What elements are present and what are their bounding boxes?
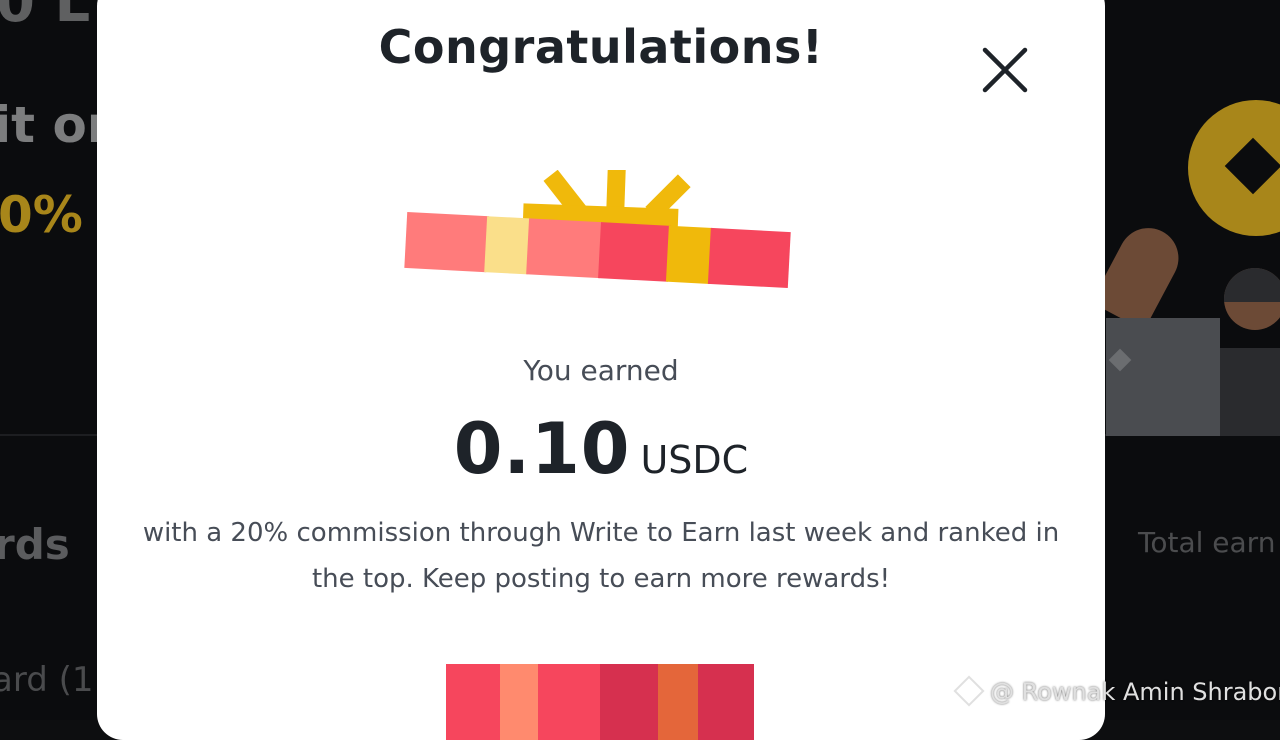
watermark: @ Rownak Amin Shrabon (958, 678, 1280, 706)
earned-amount-row: 0.10USDC (97, 408, 1105, 490)
background-subheading-fragment: it or (0, 96, 111, 154)
congratulations-modal: Congratulations! You earned 0.10USDC wit… (97, 0, 1105, 740)
background-heading-fragment: 0 L (0, 0, 90, 35)
background-reward-row-fragment: ard (1 (0, 660, 94, 700)
close-button[interactable] (977, 42, 1033, 98)
earned-amount: 0.10 (454, 408, 631, 490)
earned-label: You earned (97, 354, 1105, 387)
watermark-text: @ Rownak Amin Shrabon (990, 678, 1280, 706)
currency-unit: USDC (640, 438, 748, 482)
modal-title: Congratulations! (97, 20, 1105, 74)
person-body-illustration (1220, 348, 1280, 436)
close-icon (977, 42, 1033, 98)
background-rewards-fragment: rds (0, 520, 70, 569)
binance-square-icon (953, 675, 984, 706)
decorative-ribbon-strip (446, 664, 754, 740)
laptop-illustration (1106, 318, 1220, 436)
background-total-earned-label: Total earn (1138, 526, 1275, 559)
reward-description: with a 20% commission through Write to E… (137, 510, 1065, 602)
background-percent-fragment: 0% (0, 186, 83, 244)
gift-icon (397, 170, 797, 330)
